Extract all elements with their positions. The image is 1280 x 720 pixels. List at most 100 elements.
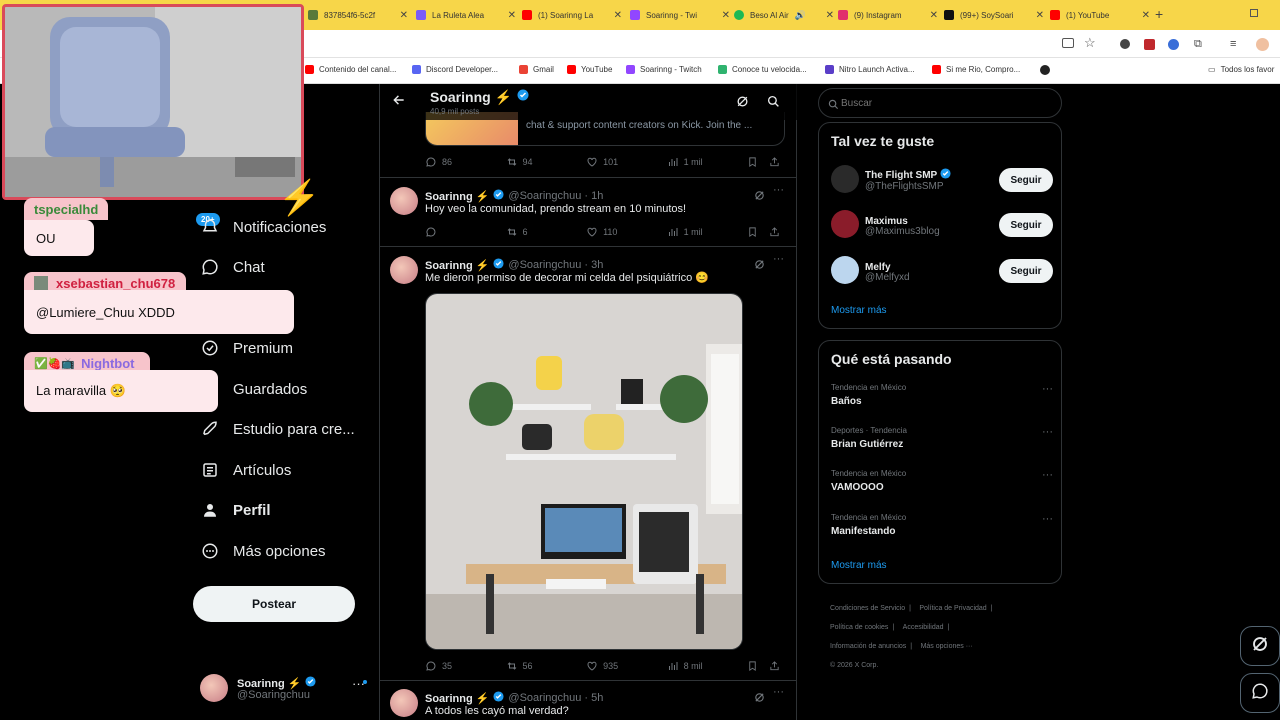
trend-item[interactable]: Tendencia en México Baños ··· [831,383,1053,407]
avatar[interactable] [390,187,418,215]
more-dots-icon[interactable]: ··· [1042,383,1053,395]
grok-float-button[interactable] [1240,626,1280,666]
browser-tab[interactable]: 837854f6-5c2f ✕ [308,4,412,26]
nav-chat[interactable]: Chat [200,252,265,282]
install-icon[interactable] [1062,38,1074,48]
bookmark-item[interactable]: Si me Rio, Compro... [932,65,1020,74]
author-name[interactable]: Soarinng ⚡ [425,692,489,705]
suggestion-name[interactable]: The Flight SMP [865,170,937,181]
footer-link[interactable]: Política de Privacidad [919,605,986,612]
avatar[interactable] [390,689,418,717]
author-handle[interactable]: @Soaringchuu [508,259,581,271]
repost-button[interactable]: 6 [506,226,587,238]
close-tab-icon[interactable]: ✕ [508,10,516,21]
author-name[interactable]: Soarinng ⚡ [425,259,489,272]
extension-icon[interactable] [1144,39,1155,50]
maximize-icon[interactable] [1250,9,1258,17]
views-button[interactable]: 8 mil [667,660,748,672]
like-button[interactable]: 110 [586,226,667,238]
timestamp[interactable]: · 3h [584,259,603,271]
follow-button[interactable]: Seguir [999,213,1053,237]
footer-link[interactable]: Información de anuncios [830,643,906,650]
browser-tab[interactable]: Beso Al Air 🔊 ✕ [734,4,838,26]
nav-guardados[interactable]: Guardados [200,374,307,404]
search-input[interactable] [818,88,1062,118]
tweet[interactable]: Soarinng ⚡ @Soaringchuu · 5h ··· A todos… [380,681,797,720]
author-name[interactable]: Soarinng ⚡ [425,190,489,203]
follow-button[interactable]: Seguir [999,168,1053,192]
close-tab-icon[interactable]: ✕ [1036,10,1044,21]
close-tab-icon[interactable]: ✕ [722,10,730,21]
more-dots-icon[interactable]: ··· [773,686,784,698]
bookmark-item[interactable]: Gmail [519,65,554,74]
trend-item[interactable]: Deportes · Tendencia Brian Gutiérrez ··· [831,426,1053,450]
nav-mas-opciones[interactable]: Más opciones [200,536,326,566]
bookmark-item[interactable]: Contenido del canal... [305,65,396,74]
more-dots-icon[interactable]: ··· [1042,426,1053,438]
like-button[interactable]: 101 [586,156,667,168]
messages-float-button[interactable] [1240,673,1280,713]
nav-notificaciones[interactable]: Notificaciones [200,212,326,242]
close-tab-icon[interactable]: ✕ [1142,10,1150,21]
suggestion-row[interactable]: Maximus @Maximus3blog Seguir [831,207,1053,243]
back-arrow-icon[interactable] [392,93,406,112]
nav-estudio[interactable]: Estudio para cre... [200,414,355,444]
tweet[interactable]: Soarinng ⚡ @Soaringchuu · 1h ··· Hoy veo… [380,178,797,247]
timestamp[interactable]: · 1h [584,190,603,202]
browser-tab[interactable]: (1) Soarinng La ✕ [522,4,626,26]
bookmark-item[interactable]: Conoce tu velocida... [718,65,807,74]
globe-icon[interactable] [1040,65,1050,75]
footer-link[interactable]: Accesibilidad [903,624,944,631]
share-button[interactable] [769,226,785,238]
grok-icon[interactable] [736,95,749,113]
follow-button[interactable]: Seguir [999,259,1053,283]
timestamp[interactable]: · 5h [584,692,603,704]
tweet[interactable]: Soarinng ⚡ @Soaringchuu · 3h ··· Me dier… [380,247,797,681]
media-icon[interactable]: ≡ [1230,38,1236,50]
like-button[interactable]: 935 [586,660,667,672]
views-button[interactable]: 1 mil [667,156,748,168]
account-switcher[interactable]: Soarinng ⚡ @Soaringchuu ··· [200,672,370,706]
close-tab-icon[interactable]: ✕ [930,10,938,21]
tweet-photo[interactable] [425,293,743,650]
bookmark-item[interactable]: Nitro Launch Activa... [825,65,915,74]
search-field[interactable] [841,94,1051,112]
avatar[interactable] [831,256,859,284]
avatar[interactable] [831,210,859,238]
footer-link[interactable]: Política de cookies [830,624,888,631]
show-more-link[interactable]: Mostrar más [831,305,887,316]
reply-button[interactable] [425,226,506,238]
bookmark-button[interactable] [747,660,769,672]
author-handle[interactable]: @Soaringchuu [508,692,581,704]
star-icon[interactable]: ☆ [1084,35,1096,51]
profile-avatar[interactable] [1256,38,1269,51]
bookmark-item[interactable]: Discord Developer... [412,65,498,74]
close-tab-icon[interactable]: ✕ [826,10,834,21]
footer-link[interactable]: Más opciones ··· [921,643,973,650]
more-dots-icon[interactable]: ··· [1042,513,1053,525]
more-dots-icon[interactable]: ··· [1042,469,1053,481]
trend-item[interactable]: Tendencia en México VAMOOOO ··· [831,469,1053,493]
browser-tab[interactable]: (9) Instagram ✕ [838,4,942,26]
more-dots-icon[interactable]: ··· [773,253,784,265]
close-tab-icon[interactable]: ✕ [400,10,408,21]
browser-tab[interactable]: (99+) SoySoari ✕ [944,4,1048,26]
nav-articulos[interactable]: Artículos [200,455,291,485]
avatar[interactable] [390,256,418,284]
suggestion-row[interactable]: The Flight SMP @TheFlightsSMP Seguir [831,162,1053,198]
bookmark-button[interactable] [747,226,769,238]
nav-perfil[interactable]: Perfil [200,495,271,525]
browser-tab[interactable]: (1) YouTube ✕ [1050,4,1154,26]
extension-icon[interactable] [1168,39,1179,50]
browser-tab[interactable]: La Ruleta Alea ✕ [416,4,520,26]
extension-icon[interactable] [1120,39,1130,49]
grok-icon[interactable] [754,257,765,275]
more-dots-icon[interactable]: ··· [773,184,784,196]
avatar[interactable] [831,165,859,193]
suggestion-row[interactable]: Melfy @Melfyxd Seguir [831,253,1053,289]
bookmark-button[interactable] [747,156,769,168]
new-tab-button[interactable]: + [1155,6,1163,22]
post-button[interactable]: Postear [193,586,355,622]
all-bookmarks[interactable]: ▭ Todos los favor [1208,65,1274,74]
trend-item[interactable]: Tendencia en México Manifestando ··· [831,513,1053,537]
